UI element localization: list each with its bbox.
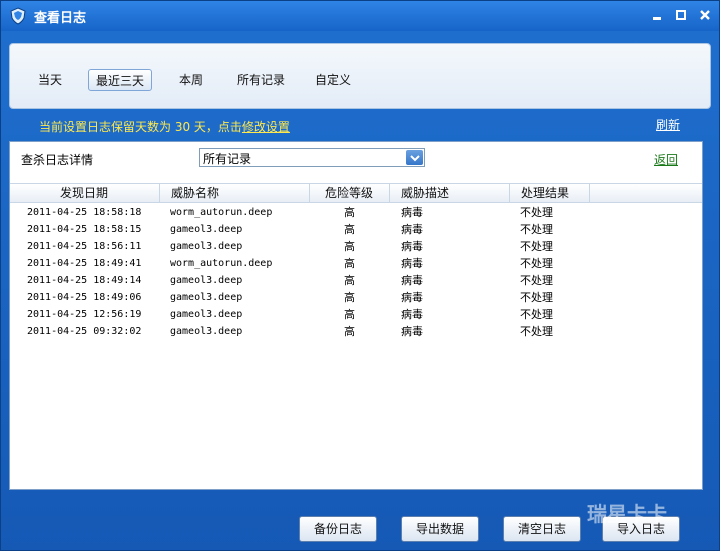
log-rows: 2011-04-25 18:58:18 worm_autorun.deep 高 … (10, 204, 702, 340)
cell-result: 不处理 (520, 291, 553, 304)
table-row[interactable]: 2011-04-25 09:32:02 gameol3.deep 高 病毒 不处… (10, 323, 702, 340)
log-viewer-window: 查看日志 当天 最近三天 本周 所有记录 自定义 当前设置日志保留天数为 30 … (0, 0, 720, 551)
cell-threat-name: gameol3.deep (170, 224, 243, 235)
cell-threat-name: gameol3.deep (170, 309, 243, 320)
backup-log-button[interactable]: 备份日志 (299, 516, 377, 542)
cell-risk-level: 高 (344, 206, 355, 219)
cell-result: 不处理 (520, 240, 553, 253)
column-header-result[interactable]: 处理结果 (510, 184, 590, 203)
watermark: 瑞星卡卡 (587, 498, 717, 546)
retention-info: 当前设置日志保留天数为 30 天，点击修改设置 (39, 118, 290, 135)
tab-this-week[interactable]: 本周 (173, 69, 209, 91)
column-header-threat-name[interactable]: 威胁名称 (160, 184, 310, 203)
export-data-button[interactable]: 导出数据 (401, 516, 479, 542)
cell-risk-level: 高 (344, 257, 355, 270)
cell-threat-name: gameol3.deep (170, 275, 243, 286)
select-value: 所有记录 (203, 152, 252, 166)
table-row[interactable]: 2011-04-25 18:58:15 gameol3.deep 高 病毒 不处… (10, 221, 702, 238)
cell-threat-name: gameol3.deep (170, 326, 243, 337)
column-header-description[interactable]: 威胁描述 (390, 184, 510, 203)
cell-threat-name: gameol3.deep (170, 292, 243, 303)
cell-date: 2011-04-25 09:32:02 (27, 326, 142, 337)
cell-result: 不处理 (520, 274, 553, 287)
cell-description: 病毒 (401, 240, 423, 253)
cell-result: 不处理 (520, 257, 553, 270)
cell-description: 病毒 (401, 223, 423, 236)
title-bar[interactable]: 查看日志 (1, 1, 719, 31)
cell-risk-level: 高 (344, 325, 355, 338)
tab-all-records[interactable]: 所有记录 (232, 69, 290, 91)
cell-description: 病毒 (401, 291, 423, 304)
cell-date: 2011-04-25 18:49:06 (27, 292, 142, 303)
tab-custom[interactable]: 自定义 (310, 69, 356, 91)
cell-result: 不处理 (520, 223, 553, 236)
time-range-tabs: 当天 最近三天 本周 所有记录 自定义 (9, 43, 711, 109)
cell-description: 病毒 (401, 325, 423, 338)
refresh-link[interactable]: 刷新 (656, 116, 680, 133)
record-filter-select[interactable]: 所有记录 (199, 148, 425, 167)
minimize-icon (653, 17, 661, 20)
cell-description: 病毒 (401, 308, 423, 321)
maximize-icon (676, 10, 686, 20)
table-row[interactable]: 2011-04-25 18:58:18 worm_autorun.deep 高 … (10, 204, 702, 221)
cell-description: 病毒 (401, 206, 423, 219)
table-row[interactable]: 2011-04-25 18:56:11 gameol3.deep 高 病毒 不处… (10, 238, 702, 255)
retention-text: 当前设置日志保留天数为 30 天，点击 (39, 120, 242, 134)
filter-label: 查杀日志详情 (21, 153, 94, 167)
cell-result: 不处理 (520, 206, 553, 219)
cell-date: 2011-04-25 18:58:15 (27, 224, 142, 235)
cell-date: 2011-04-25 18:49:41 (27, 258, 142, 269)
cell-risk-level: 高 (344, 240, 355, 253)
window-title: 查看日志 (34, 10, 87, 26)
cell-description: 病毒 (401, 274, 423, 287)
cell-risk-level: 高 (344, 274, 355, 287)
table-row[interactable]: 2011-04-25 18:49:41 worm_autorun.deep 高 … (10, 255, 702, 272)
table-row[interactable]: 2011-04-25 18:49:14 gameol3.deep 高 病毒 不处… (10, 272, 702, 289)
column-header-date[interactable]: 发现日期 (10, 184, 160, 203)
modify-settings-link[interactable]: 修改设置 (242, 120, 290, 134)
cell-threat-name: gameol3.deep (170, 241, 243, 252)
chevron-down-icon[interactable] (406, 150, 423, 165)
tab-last-three-days[interactable]: 最近三天 (88, 69, 152, 91)
table-row[interactable]: 2011-04-25 18:49:06 gameol3.deep 高 病毒 不处… (10, 289, 702, 306)
watermark-text: 瑞星卡卡 (587, 502, 667, 526)
cell-result: 不处理 (520, 325, 553, 338)
clear-log-button[interactable]: 清空日志 (503, 516, 581, 542)
cell-risk-level: 高 (344, 223, 355, 236)
maximize-button[interactable] (673, 7, 689, 23)
cell-date: 2011-04-25 18:58:18 (27, 207, 142, 218)
cell-threat-name: worm_autorun.deep (170, 258, 273, 269)
close-icon (700, 10, 710, 20)
back-link[interactable]: 返回 (654, 151, 678, 168)
shield-icon (10, 7, 26, 25)
minimize-button[interactable] (649, 7, 665, 23)
cell-threat-name: worm_autorun.deep (170, 207, 273, 218)
cell-risk-level: 高 (344, 308, 355, 321)
cell-description: 病毒 (401, 257, 423, 270)
table-row[interactable]: 2011-04-25 12:56:19 gameol3.deep 高 病毒 不处… (10, 306, 702, 323)
cell-risk-level: 高 (344, 291, 355, 304)
log-content-panel: 查杀日志详情 所有记录 返回 发现日期 威胁名称 危险等级 威胁描述 处理结果 … (9, 141, 703, 490)
cell-date: 2011-04-25 18:56:11 (27, 241, 142, 252)
close-button[interactable] (697, 7, 713, 23)
cell-result: 不处理 (520, 308, 553, 321)
table-header: 发现日期 威胁名称 危险等级 威胁描述 处理结果 (10, 183, 702, 203)
cell-date: 2011-04-25 12:56:19 (27, 309, 142, 320)
cell-date: 2011-04-25 18:49:14 (27, 275, 142, 286)
filter-row: 查杀日志详情 所有记录 返回 (10, 142, 702, 180)
tab-today[interactable]: 当天 (32, 69, 68, 91)
column-header-risk-level[interactable]: 危险等级 (310, 184, 390, 203)
